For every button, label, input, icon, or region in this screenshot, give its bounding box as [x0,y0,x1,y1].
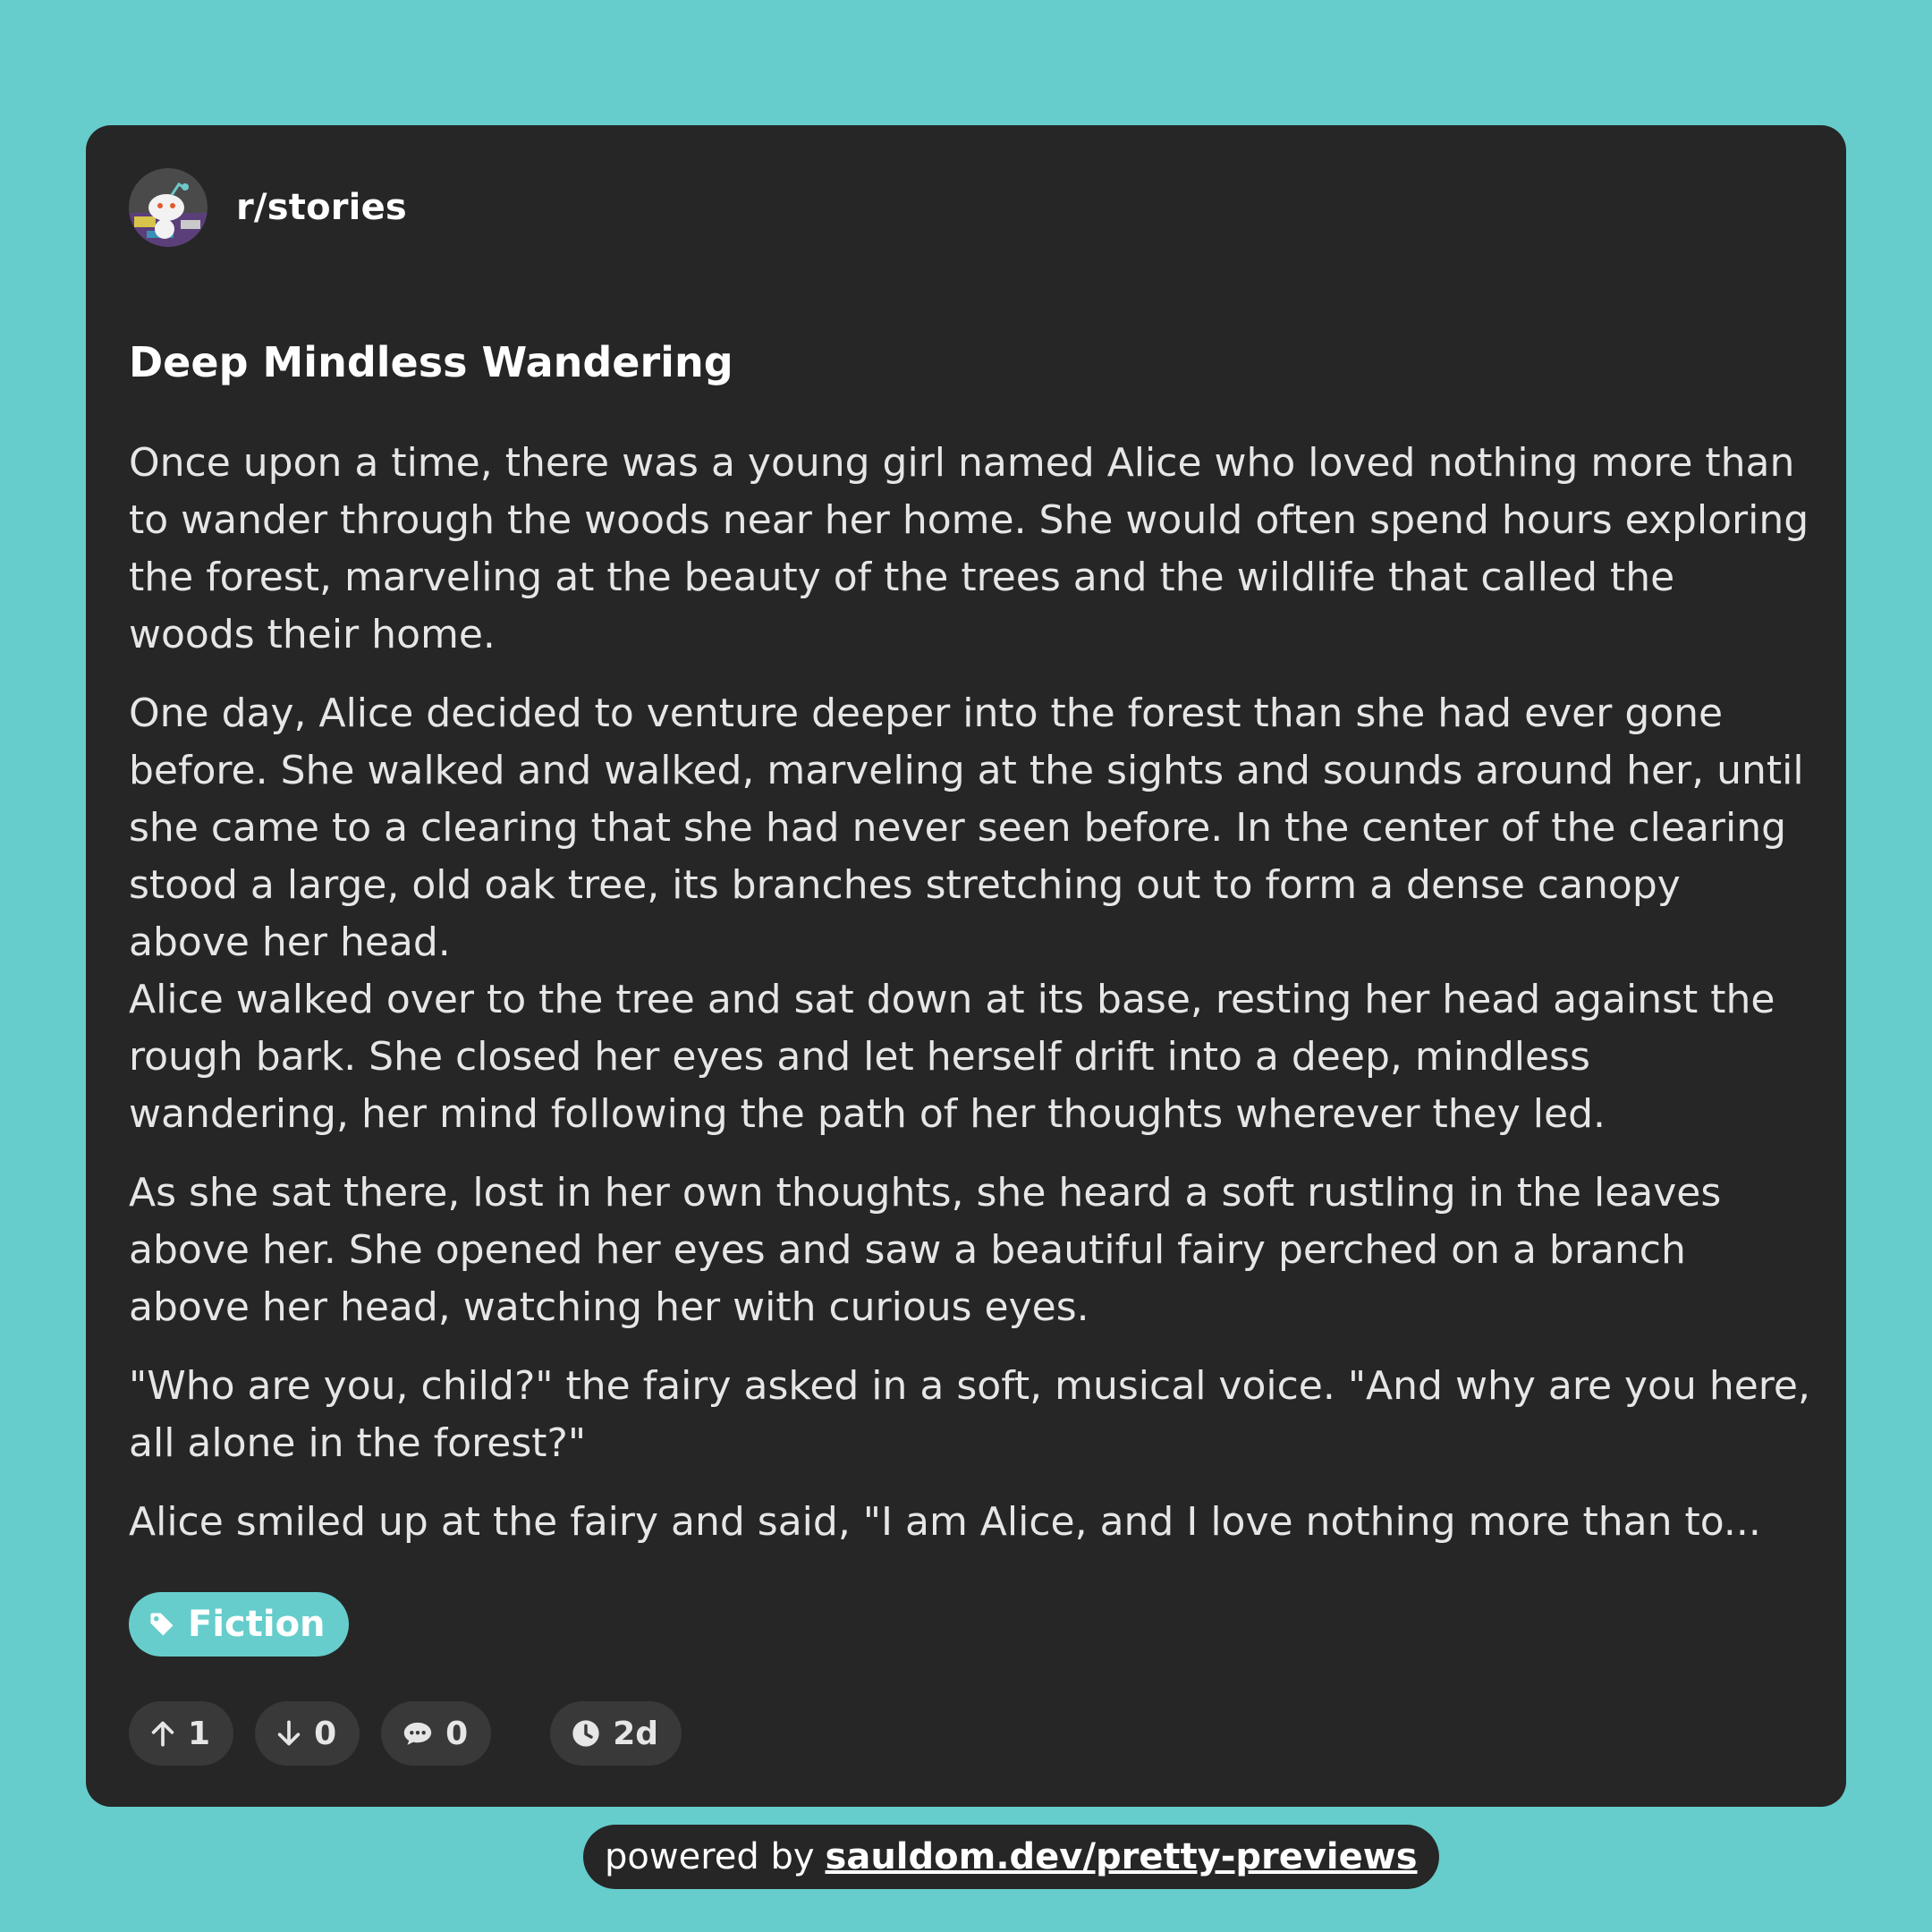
subreddit-name[interactable]: r/stories [236,187,407,228]
comments-button[interactable]: 0 [381,1701,492,1766]
clock-icon [572,1720,599,1747]
arrow-down-icon [277,1720,301,1746]
post-header: r/stories [129,166,407,249]
powered-by-footer: powered by sauldom.dev/pretty-previews [583,1825,1439,1889]
subreddit-avatar[interactable] [129,168,208,247]
post-title[interactable]: Deep Mindless Wandering [129,336,733,390]
upvote-button[interactable]: 1 [129,1701,234,1766]
post-card: r/stories Deep Mindless Wandering Once u… [86,125,1846,1807]
post-paragraph: Once upon a time, there was a young girl… [129,440,1809,657]
flair-badge[interactable]: Fiction [129,1592,349,1657]
flair-label: Fiction [188,1604,326,1645]
post-stats: 1 0 0 2d [129,1701,703,1766]
post-age: 2d [550,1701,682,1766]
arrow-up-icon [151,1721,174,1747]
post-paragraph: "Who are you, child?" the fairy asked in… [129,1363,1810,1466]
upvote-count: 1 [188,1715,211,1752]
post-paragraph: Alice smiled up at the fairy and said, "… [129,1499,1761,1545]
tag-icon [150,1613,174,1636]
footer-prefix: powered by [605,1836,815,1877]
footer-link[interactable]: sauldom.dev/pretty-previews [826,1836,1418,1877]
comment-bubble-icon [403,1722,432,1745]
post-age-label: 2d [613,1715,659,1752]
post-body: Once upon a time, there was a young girl… [129,435,1810,1572]
downvote-count: 0 [314,1715,337,1752]
post-paragraph: One day, Alice decided to venture deeper… [129,691,1804,1137]
downvote-button[interactable]: 0 [255,1701,360,1766]
comment-count: 0 [445,1715,469,1752]
post-paragraph: As she sat there, lost in her own though… [129,1170,1722,1330]
